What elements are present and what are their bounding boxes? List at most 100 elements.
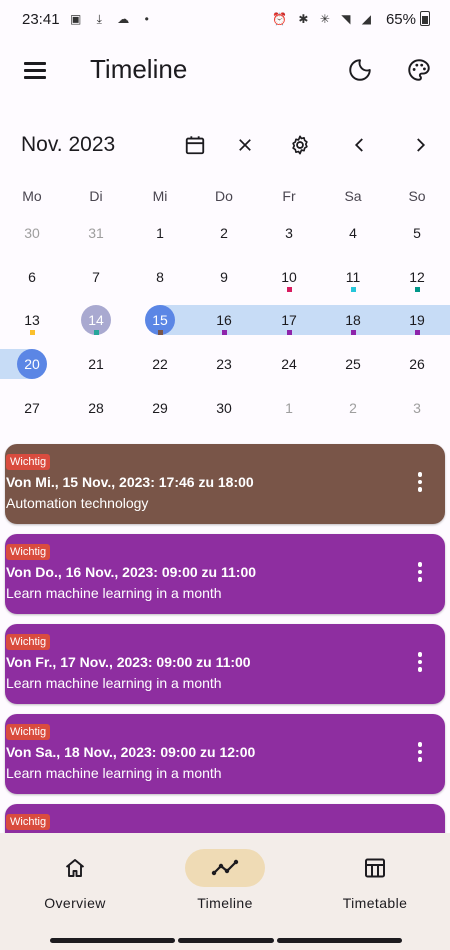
event-title: Von Do., 16 Nov., 2023: 09:00 zu 11:00 — [6, 564, 257, 580]
previous-month-icon[interactable] — [342, 127, 378, 163]
page-title: Timeline — [90, 54, 188, 84]
calendar-day[interactable]: 25 — [338, 349, 368, 379]
nav-pill[interactable] — [277, 938, 402, 943]
weekday-row: Mo Di Mi Do Fr Sa So — [0, 188, 450, 208]
importance-badge: Wichtig — [6, 814, 51, 830]
event-marker — [222, 330, 227, 335]
more-options-icon[interactable] — [417, 562, 423, 586]
calendar-day[interactable]: 27 — [17, 393, 47, 423]
event-marker — [415, 287, 420, 292]
weekday-label: Sa — [344, 188, 362, 204]
importance-badge: Wichtig — [6, 724, 51, 740]
system-navigation-bar — [0, 930, 450, 950]
event-title: Von Mi., 15 Nov., 2023: 17:46 zu 18:00 — [6, 474, 254, 490]
home-icon — [35, 849, 115, 887]
dark-mode-icon[interactable] — [342, 52, 378, 88]
calendar-day[interactable]: 8 — [145, 262, 175, 292]
weekday-label: Mo — [22, 188, 42, 204]
event-card[interactable]: Wichtig Von Fr., 17 Nov., 2023: 09:00 zu… — [5, 624, 445, 704]
calendar-day[interactable]: 21 — [81, 349, 111, 379]
menu-icon[interactable] — [24, 62, 46, 79]
calendar-day[interactable]: 31 — [81, 218, 111, 248]
more-options-icon[interactable] — [417, 742, 423, 766]
event-title: Von Fr., 17 Nov., 2023: 09:00 zu 11:00 — [6, 654, 251, 670]
month-label[interactable]: Nov. 2023 — [21, 133, 115, 157]
calendar-day[interactable]: 2 — [338, 393, 368, 423]
nav-overview[interactable]: Overview — [0, 833, 150, 930]
event-card[interactable]: Wichtig Von Sa., 18 Nov., 2023: 09:00 zu… — [5, 714, 445, 794]
calendar-day-selected[interactable]: 20 — [17, 349, 47, 379]
system-icons: ⏰ ✱ ✳ ◥ ◢ — [272, 12, 375, 26]
calendar-day[interactable]: 30 — [209, 393, 239, 423]
status-bar: 23:41 ▣ ⤓ ☁ • ⏰ ✱ ✳ ◥ ◢ 65% — [0, 0, 450, 40]
calendar-day[interactable]: 7 — [81, 262, 111, 292]
weekday-label: Mi — [152, 188, 168, 204]
event-subtitle: Learn machine learning in a month — [6, 675, 222, 691]
more-options-icon[interactable] — [417, 652, 423, 676]
importance-badge: Wichtig — [6, 454, 51, 470]
table-icon — [335, 849, 415, 887]
calendar-header: Nov. 2023 — [0, 125, 450, 165]
nav-label: Timetable — [342, 895, 408, 911]
calendar-week: 13 14 15 16 17 18 19 — [0, 305, 450, 345]
event-card[interactable]: Wichtig Von Do., 16 Nov., 2023: 09:00 zu… — [5, 534, 445, 614]
calendar-day[interactable]: 26 — [402, 349, 432, 379]
nav-label: Overview — [44, 895, 106, 911]
calendar-week: 30 31 1 2 3 4 5 — [0, 218, 450, 258]
calendar-day[interactable]: 9 — [209, 262, 239, 292]
calendar-day[interactable]: 4 — [338, 218, 368, 248]
event-marker — [30, 330, 35, 335]
nav-label: Timeline — [197, 895, 253, 911]
more-options-icon[interactable] — [417, 472, 423, 496]
nav-pill[interactable] — [50, 938, 175, 943]
timeline-icon — [185, 849, 265, 887]
event-marker — [94, 330, 99, 335]
next-month-icon[interactable] — [402, 127, 438, 163]
calendar-day[interactable]: 30 — [17, 218, 47, 248]
calendar-week: 20 21 22 23 24 25 26 — [0, 349, 450, 389]
event-marker — [351, 287, 356, 292]
calendar-day[interactable]: 23 — [209, 349, 239, 379]
event-subtitle: Automation technology — [6, 495, 149, 511]
app-bar: Timeline — [0, 45, 450, 95]
importance-badge: Wichtig — [6, 634, 51, 650]
event-title: Von Sa., 18 Nov., 2023: 09:00 zu 12:00 — [6, 744, 256, 760]
event-marker — [287, 287, 292, 292]
calendar-day[interactable]: 28 — [81, 393, 111, 423]
calendar-week: 27 28 29 30 1 2 3 — [0, 393, 450, 433]
calendar-week: 6 7 8 9 10 11 12 — [0, 262, 450, 302]
weekday-label: Di — [89, 188, 103, 204]
calendar-day[interactable]: 1 — [145, 218, 175, 248]
settings-icon[interactable] — [282, 127, 318, 163]
status-time: 23:41 — [22, 11, 60, 28]
calendar-day[interactable]: 2 — [209, 218, 239, 248]
event-subtitle: Learn machine learning in a month — [6, 585, 222, 601]
event-marker — [158, 330, 163, 335]
calendar-day[interactable]: 22 — [145, 349, 175, 379]
event-marker — [351, 330, 356, 335]
notification-icons: ▣ ⤓ ☁ • — [70, 12, 155, 26]
calendar-day[interactable]: 3 — [274, 218, 304, 248]
battery-percent: 65% — [385, 11, 416, 28]
event-card[interactable]: Wichtig Von Mi., 15 Nov., 2023: 17:46 zu… — [5, 444, 445, 524]
calendar-day[interactable]: 29 — [145, 393, 175, 423]
calendar-day[interactable]: 5 — [402, 218, 432, 248]
palette-icon[interactable] — [401, 52, 437, 88]
weekday-label: Do — [215, 188, 233, 204]
calendar-day[interactable]: 1 — [274, 393, 304, 423]
event-marker — [287, 330, 292, 335]
nav-timetable[interactable]: Timetable — [300, 833, 450, 930]
calendar-day[interactable]: 6 — [17, 262, 47, 292]
calendar-day[interactable]: 24 — [274, 349, 304, 379]
calendar-day[interactable]: 3 — [402, 393, 432, 423]
calendar-icon[interactable] — [177, 127, 213, 163]
bottom-navigation: Overview Timeline Timetable — [0, 833, 450, 930]
battery-icon — [420, 11, 430, 26]
event-marker — [415, 330, 420, 335]
event-subtitle: Learn machine learning in a month — [6, 765, 222, 781]
weekday-label: So — [408, 188, 426, 204]
weekday-label: Fr — [282, 188, 296, 204]
clear-icon[interactable] — [227, 127, 263, 163]
nav-pill[interactable] — [178, 938, 274, 943]
nav-timeline[interactable]: Timeline — [150, 833, 300, 930]
